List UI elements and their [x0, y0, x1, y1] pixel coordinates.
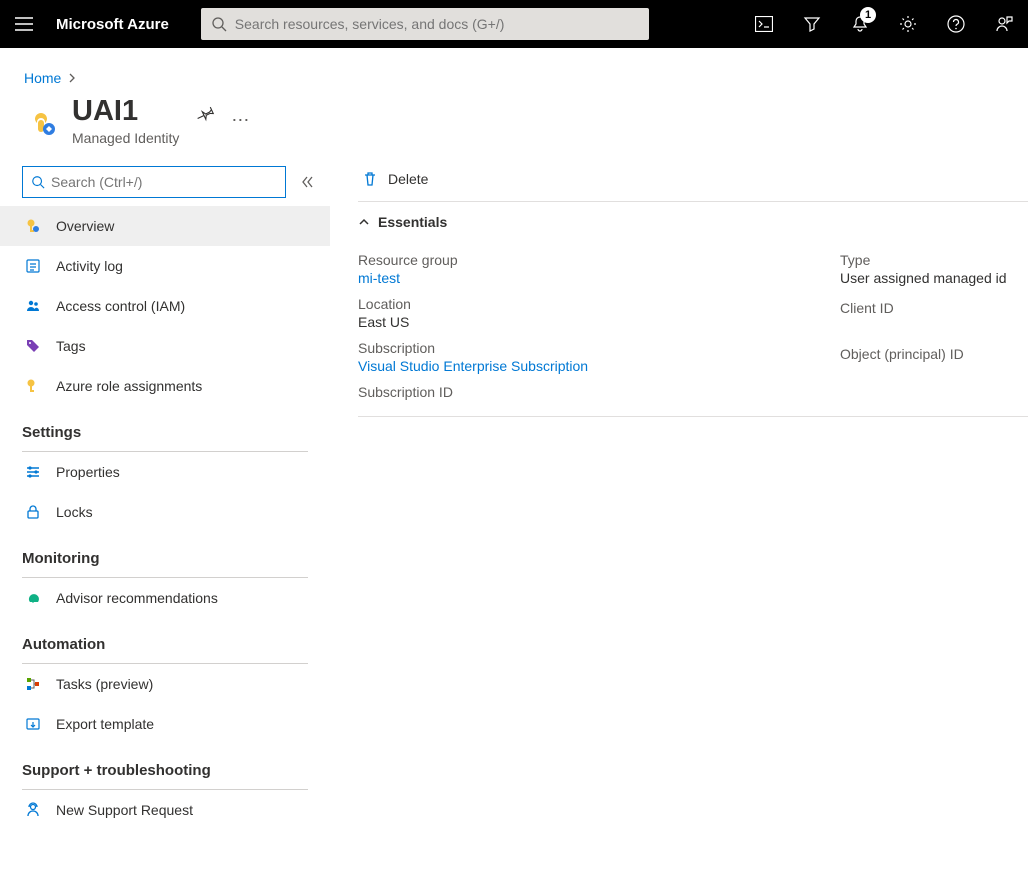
hamburger-icon	[15, 17, 33, 31]
nav-section-support: Support + troubleshooting	[0, 744, 330, 785]
nav-advisor[interactable]: Advisor recommendations	[0, 578, 330, 618]
nav-overview[interactable]: Overview	[0, 206, 330, 246]
resource-nav-sidebar: Overview Activity log Access control (IA…	[0, 158, 330, 830]
command-bar: Delete	[358, 158, 1028, 202]
support-icon	[22, 802, 44, 818]
gear-icon	[899, 15, 917, 33]
breadcrumb: Home	[0, 48, 1028, 88]
essentials-toggle[interactable]: Essentials	[358, 202, 1028, 242]
essentials-header-label: Essentials	[378, 214, 447, 230]
lock-icon	[22, 504, 44, 520]
nav-access-control[interactable]: Access control (IAM)	[0, 286, 330, 326]
help-icon	[947, 15, 965, 33]
topbar-actions: 1	[740, 0, 1028, 48]
collapse-sidebar-button[interactable]	[300, 175, 314, 189]
ess-label-client-id: Client ID	[840, 300, 1028, 316]
chevron-up-icon	[358, 216, 370, 228]
nav-activity-log[interactable]: Activity log	[0, 246, 330, 286]
help-button[interactable]	[932, 0, 980, 48]
nav-label: Overview	[56, 218, 114, 234]
nav-label: Tags	[56, 338, 86, 354]
menu-toggle-button[interactable]	[0, 0, 48, 48]
global-search[interactable]	[201, 8, 649, 40]
ess-label-subscription: Subscription	[358, 340, 838, 356]
content-pane: Delete Essentials Resource group mi-test…	[330, 158, 1028, 830]
pin-icon	[197, 104, 215, 122]
ess-label-resource-group: Resource group	[358, 252, 838, 268]
nav-label: Locks	[56, 504, 93, 520]
brand-label[interactable]: Microsoft Azure	[56, 16, 169, 33]
nav-label: Tasks (preview)	[56, 676, 153, 692]
export-template-icon	[22, 716, 44, 732]
nav-label: Azure role assignments	[56, 378, 202, 394]
nav-label: Activity log	[56, 258, 123, 274]
feedback-button[interactable]	[980, 0, 1028, 48]
tasks-icon	[22, 676, 44, 692]
resource-header: UAI1 Managed Identity ⋯	[0, 88, 1028, 158]
people-icon	[22, 298, 44, 314]
page-title: UAI1	[72, 96, 179, 128]
essentials-grid: Resource group mi-test Location East US …	[358, 242, 1028, 417]
nav-label: Access control (IAM)	[56, 298, 185, 314]
nav-export-template[interactable]: Export template	[0, 704, 330, 744]
nav-role-assignments[interactable]: Azure role assignments	[0, 366, 330, 406]
search-icon	[31, 175, 45, 189]
cloud-shell-icon	[755, 16, 773, 32]
settings-button[interactable]	[884, 0, 932, 48]
chevron-right-icon	[67, 73, 77, 83]
sidebar-search[interactable]	[22, 166, 286, 198]
key-icon	[22, 218, 44, 234]
directory-filter-button[interactable]	[788, 0, 836, 48]
filter-icon	[803, 16, 821, 32]
breadcrumb-home[interactable]: Home	[24, 70, 61, 86]
tag-icon	[22, 338, 44, 354]
nav-label: Advisor recommendations	[56, 590, 218, 606]
ess-label-subscription-id: Subscription ID	[358, 384, 838, 400]
nav-label: Properties	[56, 464, 120, 480]
ess-value-type: User assigned managed id	[840, 270, 1028, 286]
cloud-shell-button[interactable]	[740, 0, 788, 48]
global-search-input[interactable]	[227, 16, 639, 32]
nav-new-support-request[interactable]: New Support Request	[0, 790, 330, 830]
ess-label-location: Location	[358, 296, 838, 312]
person-feedback-icon	[995, 15, 1013, 33]
delete-button[interactable]: Delete	[358, 165, 432, 193]
ess-value-resource-group[interactable]: mi-test	[358, 270, 838, 286]
azure-topbar: Microsoft Azure 1	[0, 0, 1028, 48]
nav-section-monitoring: Monitoring	[0, 532, 330, 573]
notification-badge: 1	[860, 7, 876, 23]
nav-properties[interactable]: Properties	[0, 452, 330, 492]
nav-label: New Support Request	[56, 802, 193, 818]
notifications-button[interactable]: 1	[836, 0, 884, 48]
search-icon	[211, 16, 227, 32]
nav-tasks[interactable]: Tasks (preview)	[0, 664, 330, 704]
nav-locks[interactable]: Locks	[0, 492, 330, 532]
advisor-icon	[22, 590, 44, 606]
activity-log-icon	[22, 258, 44, 274]
chevron-double-left-icon	[300, 175, 314, 189]
key-icon	[22, 378, 44, 394]
nav-label: Export template	[56, 716, 154, 732]
ess-value-location: East US	[358, 314, 838, 330]
managed-identity-icon	[24, 104, 58, 138]
ess-value-subscription[interactable]: Visual Studio Enterprise Subscription	[358, 358, 838, 374]
nav-section-automation: Automation	[0, 618, 330, 659]
nav-tags[interactable]: Tags	[0, 326, 330, 366]
sidebar-search-input[interactable]	[51, 174, 277, 190]
properties-icon	[22, 464, 44, 480]
nav-section-settings: Settings	[0, 406, 330, 447]
ess-label-type: Type	[840, 252, 1028, 268]
trash-icon	[362, 171, 378, 187]
ess-label-object-id: Object (principal) ID	[840, 346, 1028, 362]
essentials-left-col: Resource group mi-test Location East US …	[358, 242, 838, 402]
page-subtitle: Managed Identity	[72, 130, 179, 146]
delete-button-label: Delete	[388, 171, 428, 187]
essentials-right-col: Type User assigned managed id Client ID …	[840, 242, 1028, 402]
pin-button[interactable]	[197, 104, 215, 122]
more-actions-button[interactable]: ⋯	[231, 110, 251, 131]
